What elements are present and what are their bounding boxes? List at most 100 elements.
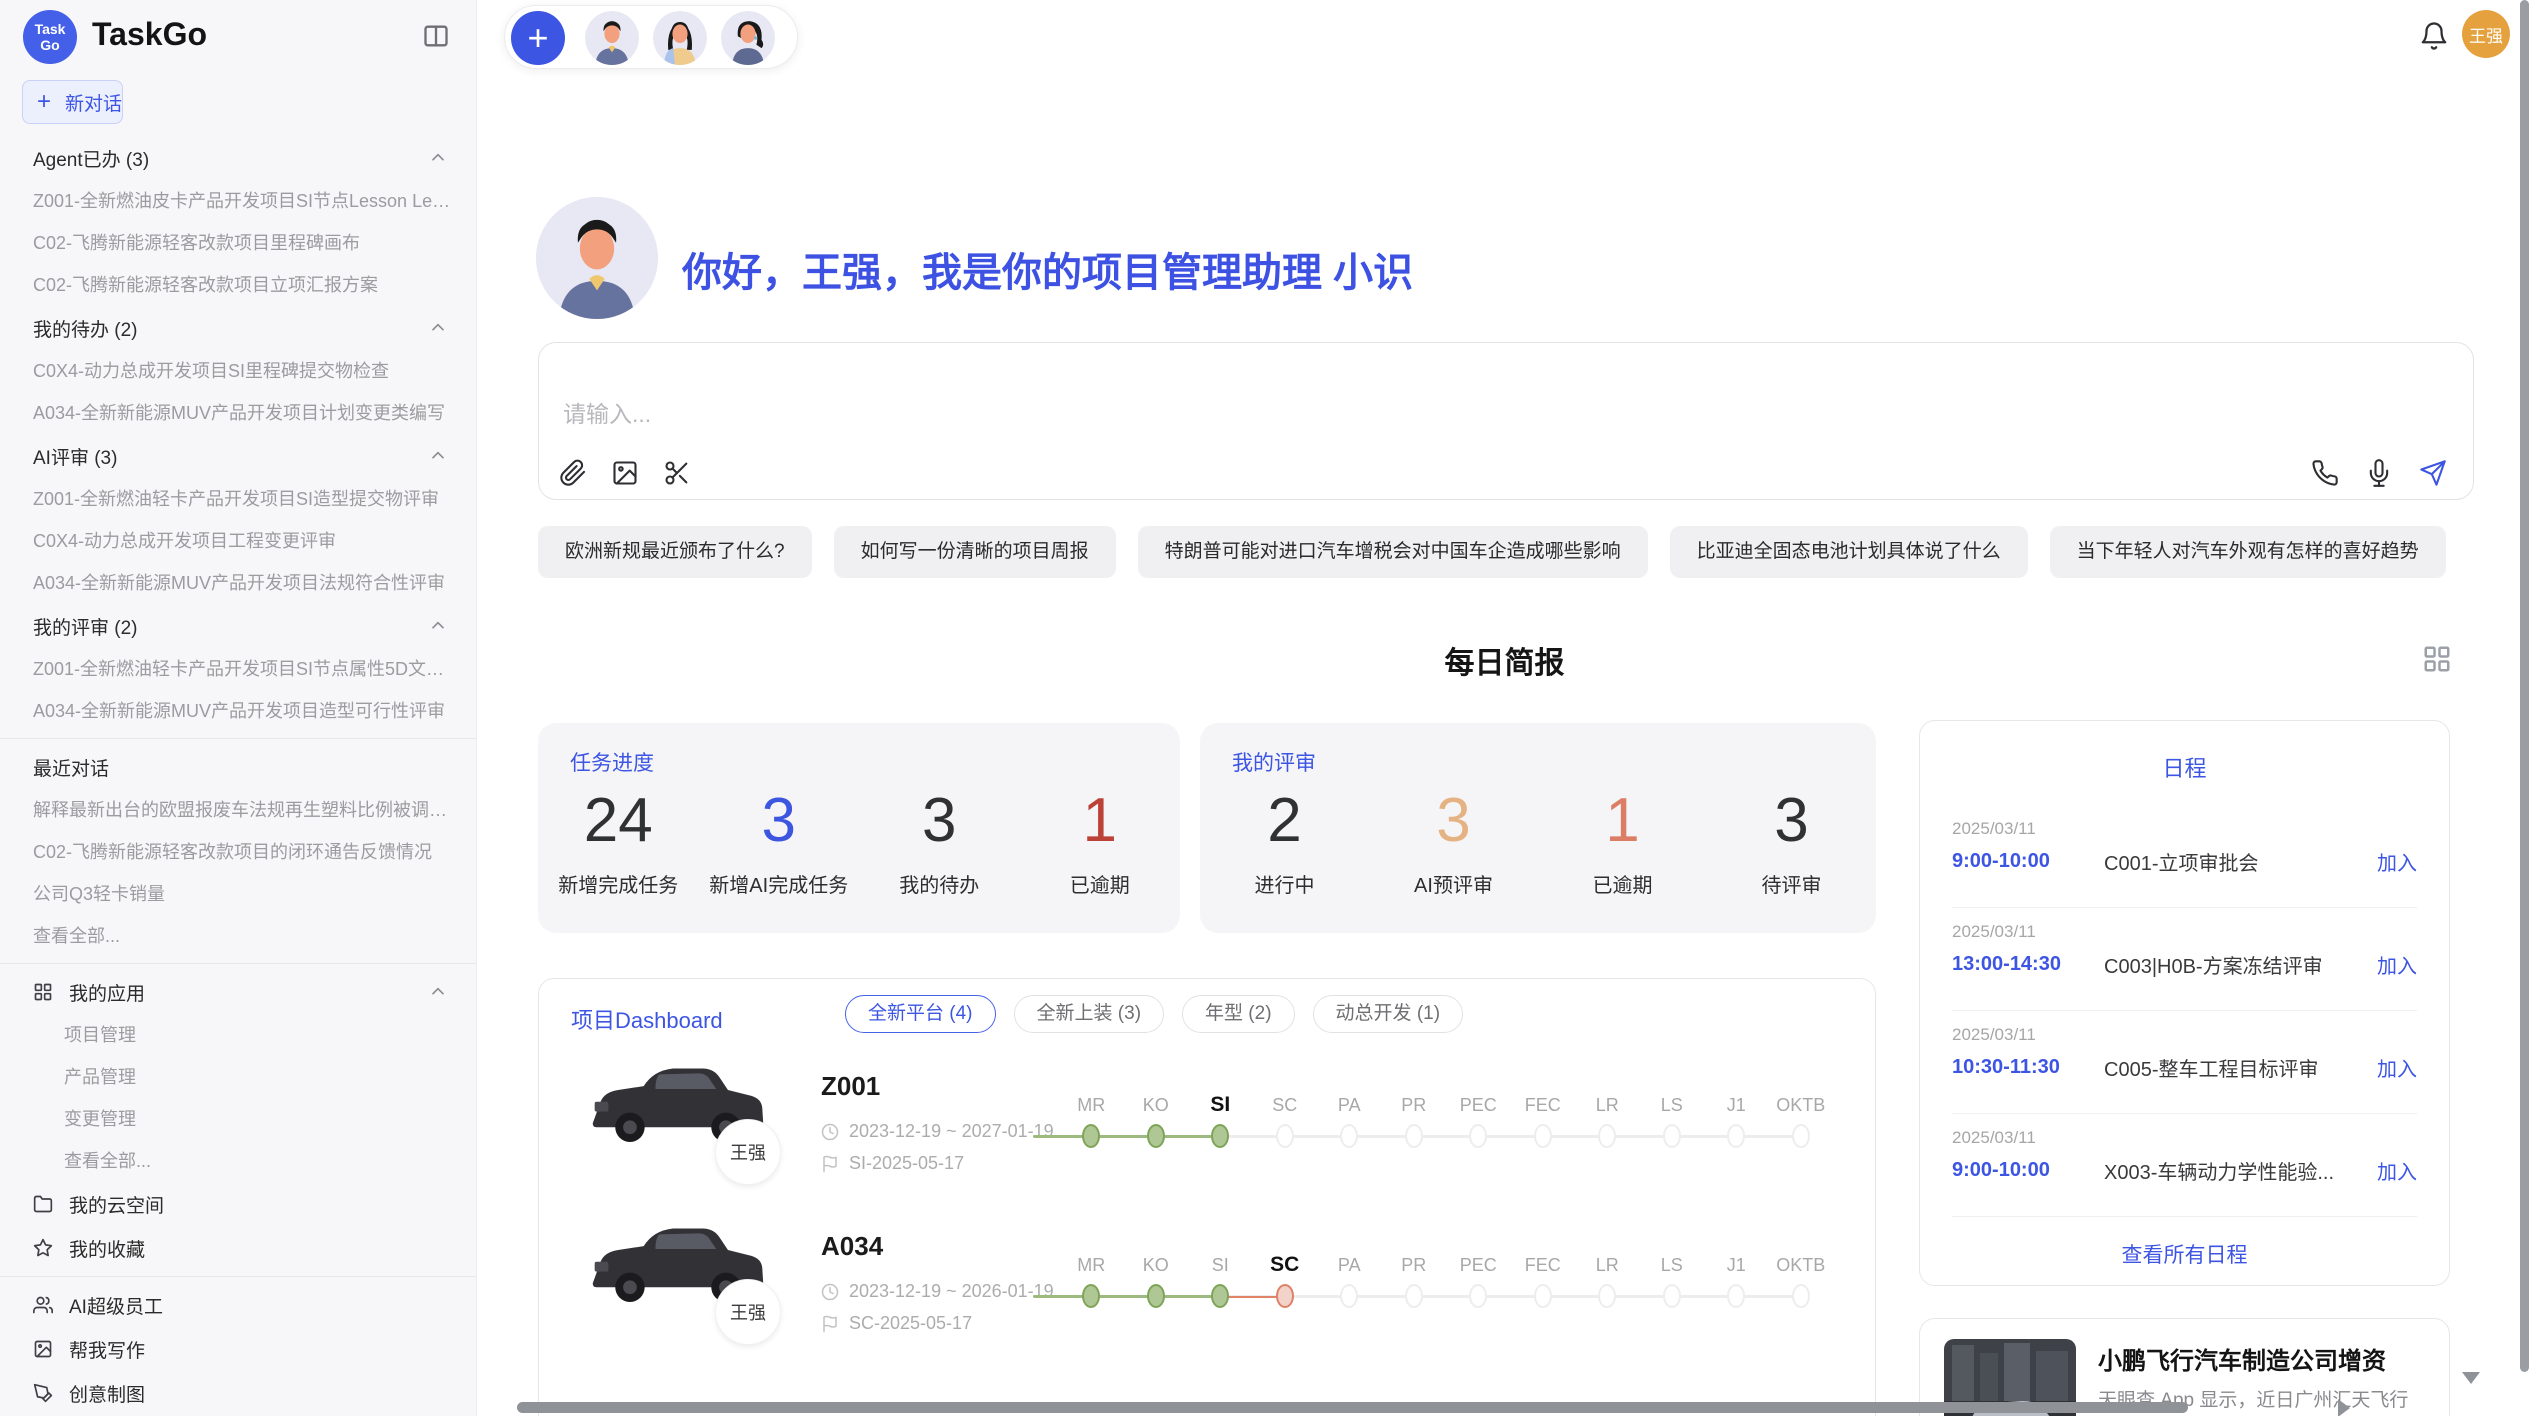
milestone-dot (1663, 1284, 1681, 1308)
plus-icon: + (37, 91, 51, 113)
milestone-dot (1663, 1124, 1681, 1148)
dashboard-tab[interactable]: 年型 (2) (1182, 995, 1295, 1033)
collapse-sidebar-icon[interactable] (422, 22, 450, 50)
contact-avatar-1[interactable] (585, 11, 639, 65)
project-row[interactable]: 王强A0342023-12-19 ~ 2026-01-19SC-2025-05-… (539, 1199, 1875, 1359)
dashboard-title: 项目Dashboard (571, 1003, 723, 1035)
horizontal-scrollbar[interactable] (517, 1402, 2188, 1413)
add-contact-button[interactable]: + (511, 11, 565, 65)
milestone-dot (1792, 1284, 1810, 1308)
stat-value: 3 (699, 785, 860, 857)
sidebar-item[interactable]: C02-飞腾新能源轻客改款项目立项汇报方案 (0, 264, 476, 306)
recent-chat-item[interactable]: C02-飞腾新能源轻客改款项目的闭环通告反馈情况 (0, 831, 476, 873)
notifications-bell-icon[interactable] (2419, 21, 2449, 51)
recent-chat-item[interactable]: 公司Q3轻卡销量 (0, 873, 476, 915)
event-date: 2025/03/11 (1952, 1025, 2036, 1045)
section-title: AI评审 (3) (33, 443, 117, 470)
suggestion-chip[interactable]: 比亚迪全固态电池计划具体说了什么 (1670, 526, 2028, 578)
scroll-right-button[interactable] (2338, 1399, 2350, 1416)
sidebar-item[interactable]: A034-全新新能源MUV产品开发项目计划变更类编写 (0, 392, 476, 434)
sidebar-item[interactable]: A034-全新新能源MUV产品开发项目法规符合性评审 (0, 562, 476, 604)
milestone-dot (1405, 1124, 1423, 1148)
image-upload-icon[interactable] (611, 459, 639, 487)
sidebar-item[interactable]: A034-全新新能源MUV产品开发项目造型可行性评审 (0, 690, 476, 732)
sidebar-item[interactable]: C0X4-动力总成开发项目SI里程碑提交物检查 (0, 350, 476, 392)
sidebar-item[interactable]: Z001-全新燃油皮卡产品开发项目SI节点Lesson Learn报告 (0, 180, 476, 222)
user-avatar[interactable]: 王强 (2462, 10, 2510, 58)
milestone-label: KO (1124, 1087, 1189, 1123)
milestone-label: OKTB (1769, 1247, 1834, 1283)
vertical-scrollbar[interactable] (2520, 0, 2529, 1372)
stat-column: 1已逾期 (1538, 785, 1707, 898)
event-date: 2025/03/11 (1952, 819, 2036, 839)
milestone-label: LR (1575, 1087, 1640, 1123)
sidebar-section-header[interactable]: Agent已办 (3) (0, 136, 476, 180)
chat-input[interactable] (563, 401, 1563, 428)
milestone-label: MR (1059, 1247, 1124, 1283)
join-meeting-link[interactable]: 加入 (2377, 847, 2417, 876)
suggestion-chip[interactable]: 欧洲新规最近颁布了什么? (538, 526, 812, 578)
briefing-layout-grid-icon[interactable] (2422, 644, 2452, 674)
sidebar-tool-users[interactable]: AI超级员工 (0, 1283, 476, 1327)
sidebar-section-header[interactable]: 我的待办 (2) (0, 306, 476, 350)
sidebar-item[interactable]: C0X4-动力总成开发项目工程变更评审 (0, 520, 476, 562)
dashboard-tab[interactable]: 全新平台 (4) (845, 995, 996, 1033)
section-title: 最近对话 (33, 754, 109, 781)
sidebar-shortcut-folder[interactable]: 我的云空间 (0, 1182, 476, 1226)
my-apps-header[interactable]: 我的应用 (0, 970, 476, 1014)
date-range-text: 2023-12-19 ~ 2026-01-19 (849, 1281, 1054, 1302)
sidebar-header: Task Go TaskGo (0, 0, 476, 74)
milestone-dot (1082, 1124, 1100, 1148)
scroll-down-button[interactable] (2462, 1372, 2480, 1384)
chevron-up-icon (428, 446, 448, 466)
milestone-label: KO (1124, 1247, 1189, 1283)
app-item[interactable]: 产品管理 (0, 1056, 476, 1098)
join-meeting-link[interactable]: 加入 (2377, 1053, 2417, 1082)
contact-avatar-3[interactable] (721, 11, 775, 65)
app-item[interactable]: 变更管理 (0, 1098, 476, 1140)
sidebar-shortcut-star[interactable]: 我的收藏 (0, 1226, 476, 1270)
sidebar-tool-image[interactable]: 帮我写作 (0, 1327, 476, 1371)
suggestion-chip[interactable]: 当下年轻人对汽车外观有怎样的喜好趋势 (2050, 526, 2446, 578)
attachment-icon[interactable] (559, 459, 587, 487)
stat-column: 3待评审 (1707, 785, 1876, 898)
join-meeting-link[interactable]: 加入 (2377, 1156, 2417, 1185)
event-time: 9:00-10:00 (1952, 850, 2104, 873)
join-meeting-link[interactable]: 加入 (2377, 950, 2417, 979)
sidebar-section-header[interactable]: 我的评审 (2) (0, 604, 476, 648)
sidebar-item[interactable]: Z001-全新燃油轻卡产品开发项目SI节点属性5D文件评审 (0, 648, 476, 690)
stat-value: 3 (1707, 785, 1876, 857)
screenshot-scissors-icon[interactable] (663, 459, 691, 487)
send-icon[interactable] (2419, 459, 2447, 487)
dashboard-tab[interactable]: 动总开发 (1) (1313, 995, 1464, 1033)
grid-icon (33, 982, 53, 1002)
sidebar-item[interactable]: C02-飞腾新能源轻客改款项目里程碑画布 (0, 222, 476, 264)
section-title: 我的评审 (2) (33, 613, 138, 640)
contact-avatar-2[interactable] (653, 11, 707, 65)
voice-call-icon[interactable] (2311, 459, 2339, 487)
recent-chat-item[interactable]: 查看全部... (0, 915, 476, 957)
milestone-label: FEC (1511, 1087, 1576, 1123)
suggestion-chip[interactable]: 特朗普可能对进口汽车增税会对中国车企造成哪些影响 (1138, 526, 1648, 578)
new-chat-button[interactable]: + 新对话 (22, 80, 123, 124)
clock-icon (821, 1123, 839, 1141)
sidebar-item[interactable]: Z001-全新燃油轻卡产品开发项目SI造型提交物评审 (0, 478, 476, 520)
sidebar-section-header[interactable]: AI评审 (3) (0, 434, 476, 478)
project-row[interactable]: 王强Z0012023-12-19 ~ 2027-01-19SI-2025-05-… (539, 1039, 1875, 1199)
view-all-schedule-link[interactable]: 查看所有日程 (1920, 1239, 2449, 1269)
app-item[interactable]: 项目管理 (0, 1014, 476, 1056)
app-item[interactable]: 查看全部... (0, 1140, 476, 1182)
stat-column: 3AI预评审 (1369, 785, 1538, 898)
milestone-label: SC (1253, 1087, 1318, 1123)
recent-chat-item[interactable]: 解释最新出台的欧盟报废车法规再生塑料比例被调至15%... (0, 789, 476, 831)
milestone-dot (1340, 1124, 1358, 1148)
tool-label: AI超级员工 (69, 1292, 163, 1319)
sidebar-tool-pen[interactable]: 创意制图 (0, 1371, 476, 1415)
divider (0, 963, 476, 964)
milestone-label: FEC (1511, 1247, 1576, 1283)
suggestion-chip[interactable]: 如何写一份清晰的项目周报 (834, 526, 1116, 578)
project-code: A034 (821, 1231, 883, 1262)
microphone-icon[interactable] (2365, 459, 2393, 487)
milestone-dot (1340, 1284, 1358, 1308)
dashboard-tab[interactable]: 全新上装 (3) (1014, 995, 1165, 1033)
